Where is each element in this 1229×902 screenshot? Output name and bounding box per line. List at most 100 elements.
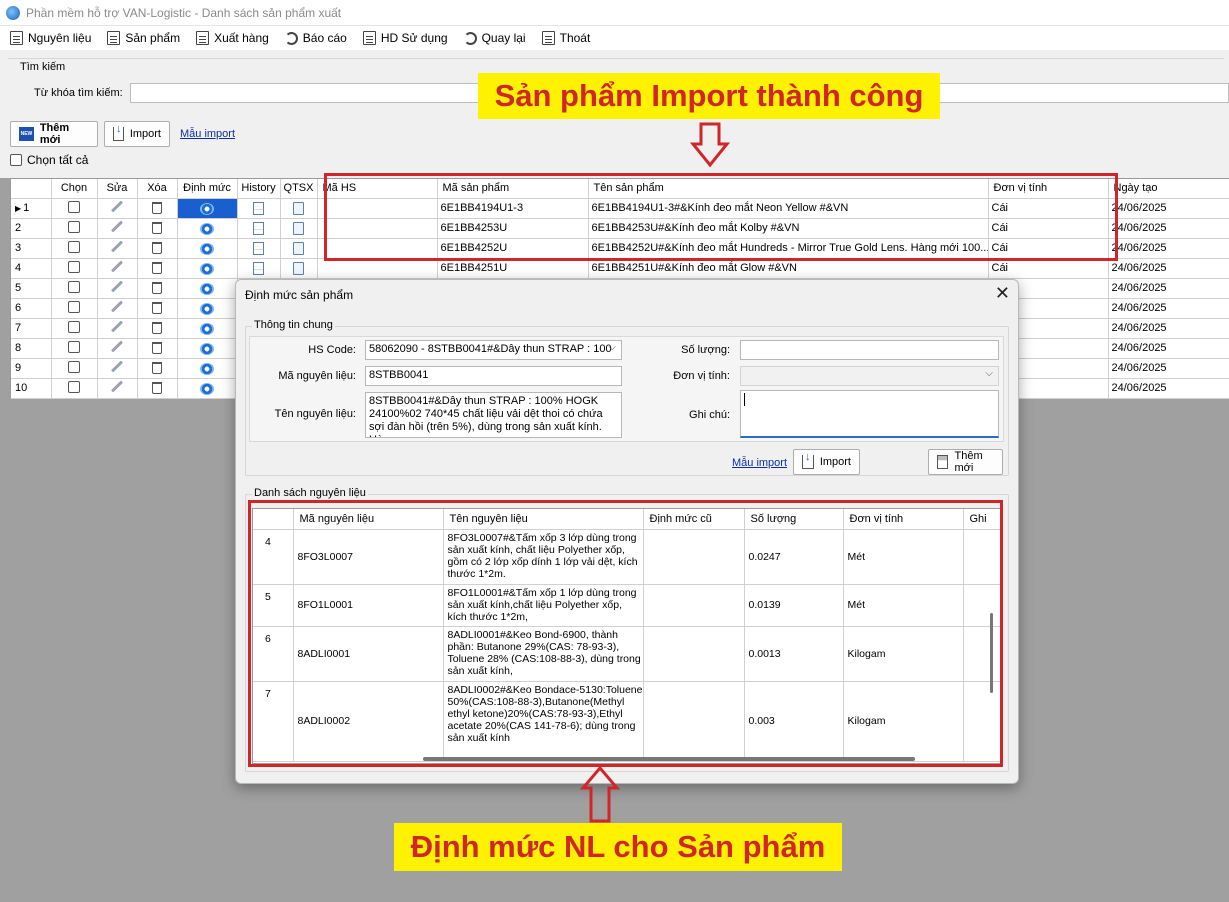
history-icon[interactable] — [253, 202, 264, 215]
select-cell[interactable] — [51, 358, 98, 379]
trash-icon[interactable] — [152, 221, 162, 234]
delete-cell[interactable] — [137, 338, 178, 359]
select-cell[interactable] — [51, 318, 98, 339]
close-icon[interactable]: ✕ — [995, 283, 1010, 304]
col-xoa[interactable]: Xóa — [137, 179, 178, 199]
pencil-icon[interactable] — [110, 200, 124, 213]
history-cell[interactable] — [237, 198, 281, 219]
trash-icon[interactable] — [152, 381, 162, 394]
qtsx-cell[interactable] — [280, 258, 318, 279]
menu-quay-lai[interactable]: Quay lại — [463, 31, 526, 45]
edit-cell[interactable] — [97, 298, 138, 319]
qtsx-cell[interactable] — [280, 238, 318, 259]
row-checkbox[interactable] — [68, 300, 80, 313]
edit-cell[interactable] — [97, 258, 138, 279]
dialog-import-template-link[interactable]: Mẫu import — [732, 457, 787, 469]
col-so-luong[interactable]: Số lượng — [744, 509, 844, 530]
select-cell[interactable] — [51, 338, 98, 359]
delete-cell[interactable] — [137, 218, 178, 239]
select-cell[interactable] — [51, 198, 98, 219]
menu-xuat-hang[interactable]: Xuất hàng — [196, 31, 269, 45]
table-row[interactable]: 3 6E1BB4252U 6E1BB4252U#&Kính đeo mắt Hund… — [11, 238, 1229, 259]
edit-cell[interactable] — [97, 358, 138, 379]
history-icon[interactable] — [253, 242, 264, 255]
pencil-icon[interactable] — [110, 240, 124, 253]
edit-cell[interactable] — [97, 318, 138, 339]
delete-cell[interactable] — [137, 298, 178, 319]
row-checkbox[interactable] — [68, 380, 80, 393]
import-button[interactable]: Import — [104, 121, 170, 147]
process-icon[interactable] — [293, 222, 304, 235]
col-chon[interactable]: Chọn — [51, 179, 98, 199]
vertical-scrollbar[interactable] — [990, 613, 993, 693]
col-ma-san-pham[interactable]: Mã sản phẩm — [437, 179, 589, 199]
col-sua[interactable]: Sửa — [97, 179, 138, 199]
note-input[interactable] — [740, 390, 999, 438]
history-cell[interactable] — [237, 238, 281, 259]
norm-gear-icon[interactable] — [200, 262, 214, 275]
pencil-icon[interactable] — [110, 360, 124, 373]
delete-cell[interactable] — [137, 278, 178, 299]
row-checkbox[interactable] — [68, 220, 80, 233]
dialog-import-button[interactable]: Import — [793, 449, 860, 475]
select-all[interactable]: Chọn tất cả — [10, 153, 88, 167]
history-icon[interactable] — [253, 262, 264, 275]
norm-gear-icon[interactable] — [200, 362, 214, 375]
norm-cell[interactable] — [177, 218, 238, 239]
row-checkbox[interactable] — [68, 340, 80, 353]
col-history[interactable]: History — [237, 179, 281, 199]
norm-cell[interactable] — [177, 378, 238, 399]
delete-cell[interactable] — [137, 358, 178, 379]
select-all-checkbox[interactable] — [10, 154, 22, 166]
norm-gear-icon[interactable] — [200, 302, 214, 315]
pencil-icon[interactable] — [110, 260, 124, 273]
col-material-don-vi-tinh[interactable]: Đơn vị tính — [843, 509, 964, 530]
norm-gear-icon[interactable] — [200, 242, 214, 255]
pencil-icon[interactable] — [110, 300, 124, 313]
edit-cell[interactable] — [97, 278, 138, 299]
process-icon[interactable] — [293, 262, 304, 275]
table-row[interactable]: ▶ 1 6E1BB4194U1-3 6E1BB4194U1-3#&Kính đeo m… — [11, 198, 1229, 219]
norm-gear-icon[interactable] — [200, 202, 214, 215]
quantity-input[interactable] — [740, 340, 999, 360]
norm-gear-icon[interactable] — [200, 222, 214, 235]
row-checkbox[interactable] — [68, 200, 80, 213]
trash-icon[interactable] — [152, 201, 162, 214]
edit-cell[interactable] — [97, 378, 138, 399]
col-don-vi-tinh[interactable]: Đơn vị tính — [988, 179, 1109, 199]
col-dinh-muc[interactable]: Định mức — [177, 179, 238, 199]
row-checkbox[interactable] — [68, 280, 80, 293]
norm-gear-icon[interactable] — [200, 342, 214, 355]
material-name-input[interactable]: 8STBB0041#&Dây thun STRAP : 100% HOGK 24… — [365, 392, 622, 438]
pencil-icon[interactable] — [110, 380, 124, 393]
dialog-add-new-button[interactable]: Thêm mới — [928, 449, 1003, 475]
qtsx-cell[interactable] — [280, 218, 318, 239]
norm-cell[interactable] — [177, 258, 238, 279]
history-icon[interactable] — [253, 222, 264, 235]
history-cell[interactable] — [237, 258, 281, 279]
pencil-icon[interactable] — [110, 280, 124, 293]
col-ma-nguyen-lieu[interactable]: Mã nguyên liệu — [293, 509, 444, 530]
material-row[interactable]: 5 8FO1L0001 8FO1L0001#&Tấm xốp 1 lớp dùn… — [253, 584, 1001, 627]
col-ma-hs[interactable]: Mã HS — [317, 179, 438, 199]
col-qtsx[interactable]: QTSX — [280, 179, 318, 199]
hs-code-select[interactable]: 58062090 - 8STBB0041#&Dây thun STRAP : 1… — [365, 340, 622, 360]
material-row[interactable]: 7 8ADLI0002 8ADLI0002#&Keo Bondace-5130:… — [253, 681, 1001, 762]
menu-san-pham[interactable]: Sản phẩm — [107, 31, 180, 45]
row-checkbox[interactable] — [68, 240, 80, 253]
select-cell[interactable] — [51, 258, 98, 279]
history-cell[interactable] — [237, 218, 281, 239]
menu-nguyen-lieu[interactable]: Nguyên liệu — [10, 31, 91, 45]
pencil-icon[interactable] — [110, 320, 124, 333]
row-checkbox[interactable] — [68, 260, 80, 273]
menu-hd-su-dung[interactable]: HD Sử dụng — [362, 31, 448, 45]
trash-icon[interactable] — [152, 261, 162, 274]
trash-icon[interactable] — [152, 281, 162, 294]
trash-icon[interactable] — [152, 321, 162, 334]
delete-cell[interactable] — [137, 258, 178, 279]
trash-icon[interactable] — [152, 341, 162, 354]
pencil-icon[interactable] — [110, 340, 124, 353]
material-code-input[interactable]: 8STBB0041 — [365, 366, 622, 386]
add-new-button[interactable]: NEW Thêm mới — [10, 121, 98, 147]
material-row[interactable]: 6 8ADLI0001 8ADLI0001#&Keo Bond-6900, th… — [253, 626, 1001, 682]
